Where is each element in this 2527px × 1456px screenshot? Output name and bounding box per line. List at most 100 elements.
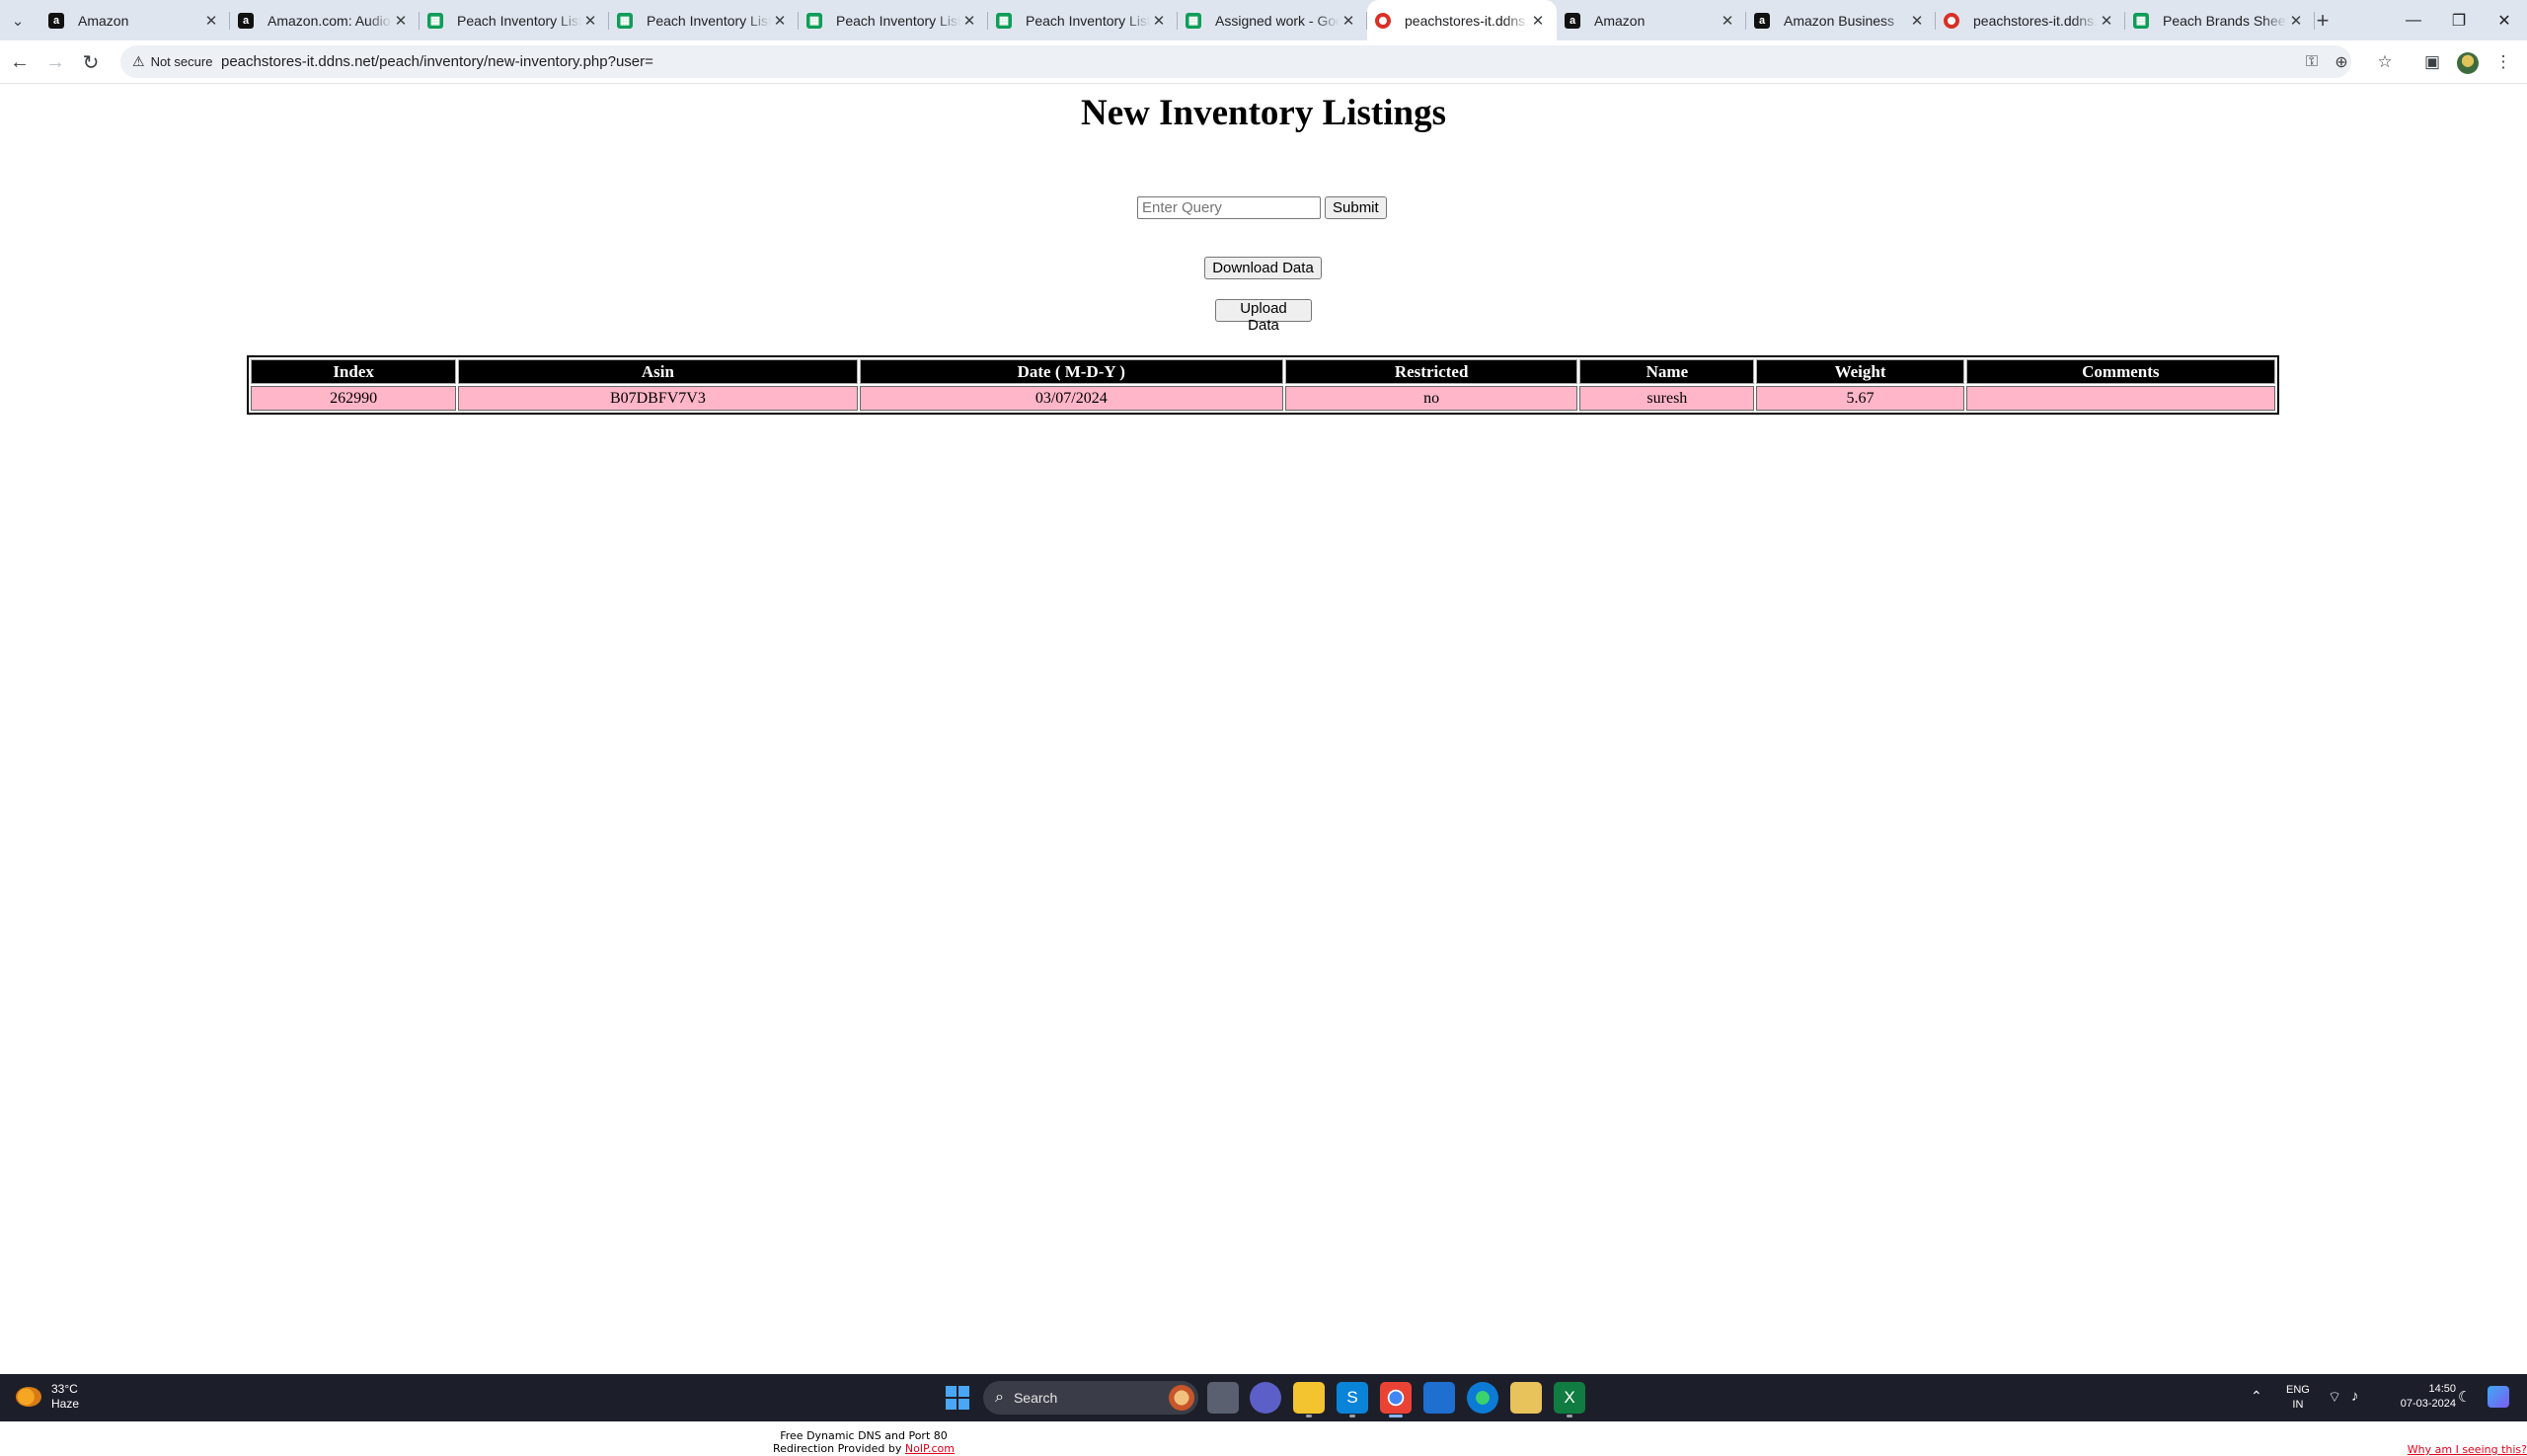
browser-tab[interactable]: a Amazon.com: Audio-Technica✕ [230,0,420,40]
browser-tab[interactable]: ▦ Peach Inventory Listings✕ [420,0,609,40]
url-text[interactable]: peachstores-it.ddns.net/peach/inventory/… [221,45,653,78]
taskbar-search-label: Search [1013,1390,1058,1406]
browser-tab[interactable]: a Amazon Business ✕ [1746,0,1936,40]
clock[interactable]: 14:50 07-03-2024 [2395,1382,2456,1412]
tab-close-icon[interactable]: ✕ [771,12,789,30]
column-header: Name [1579,359,1755,384]
amazon-icon: a [1565,12,1580,29]
column-header: Comments [1965,359,2275,384]
security-chip[interactable]: ⚠ Not secure [128,49,220,74]
tab-close-icon[interactable]: ✕ [1340,12,1357,30]
tab-title: Amazon [1594,12,1646,29]
forward-icon[interactable]: → [41,48,69,76]
reload-icon[interactable]: ↻ [77,48,105,76]
tab-close-icon[interactable]: ✕ [1529,12,1547,30]
restore-icon[interactable]: ❐ [2436,0,2482,40]
password-key-icon[interactable]: ⚿ [2299,49,2325,75]
mail-icon[interactable] [1423,1382,1455,1414]
table-cell: 262990 [251,386,457,411]
browser-tab[interactable]: peachstores-it.ddns.net✕ [1936,0,2125,40]
browser-tab[interactable]: peachstores-it.ddns.net✕ [1367,0,1557,40]
tab-title: Amazon Business [1784,12,1895,29]
clock-date: 07-03-2024 [2400,1398,2456,1410]
tab-close-icon[interactable]: ✕ [392,12,410,30]
task-view-icon[interactable] [1207,1382,1239,1414]
tab-close-icon[interactable]: ✕ [2098,12,2115,30]
footer-line1: Free Dynamic DNS and Port 80 [780,1429,948,1442]
file-explorer-icon[interactable] [1293,1382,1325,1418]
why-seeing-this-link[interactable]: Why am I seeing this? [2389,1443,2527,1456]
site-icon [1944,12,1959,29]
page-content: New Inventory Listings Submit Download D… [0,84,2527,1456]
store-icon[interactable] [1510,1382,1542,1414]
tab-close-icon[interactable]: ✕ [1150,12,1168,30]
clock-time: 14:50 [2428,1383,2456,1395]
minimize-icon[interactable]: — [2391,0,2436,40]
tab-title: Peach Brands Sheet - Google [2163,12,2287,29]
taskbar-search[interactable]: ⌕ Search [983,1381,1198,1415]
column-header: Index [251,359,457,384]
excel-icon[interactable]: X [1554,1382,1585,1418]
language-indicator[interactable]: ENG IN [2286,1383,2310,1413]
browser-tab[interactable]: ▦ Peach Inventory Listings✕ [799,0,988,40]
address-bar[interactable]: ⚠ Not secure peachstores-it.ddns.net/pea… [120,45,2351,78]
tab-title: peachstores-it.ddns.net [1973,12,2098,29]
browser-tab[interactable]: ▦ Peach Inventory Listings✕ [609,0,799,40]
chrome-icon[interactable] [1380,1382,1412,1418]
search-highlight-icon [1169,1385,1194,1411]
chat-icon[interactable] [1250,1382,1281,1414]
tray-chevron-icon[interactable]: ⌃ [2251,1388,2262,1405]
profile-avatar[interactable] [2457,52,2479,74]
windows-start-icon[interactable] [946,1386,969,1410]
tab-close-icon[interactable]: ✕ [1908,12,1926,30]
tab-close-icon[interactable]: ✕ [1719,12,1736,30]
tab-list: aAmazon✕aAmazon.com: Audio-Technica✕▦Pea… [40,0,2315,40]
menu-icon[interactable]: ⋮ [2489,48,2517,76]
edge-icon[interactable] [1467,1382,1498,1414]
tab-close-icon[interactable]: ✕ [960,12,978,30]
close-window-icon[interactable]: ✕ [2482,0,2527,40]
tab-strip: ⌄ aAmazon✕aAmazon.com: Audio-Technica✕▦P… [0,0,2527,40]
column-header: Weight [1756,359,1964,384]
tab-search-icon[interactable]: ⌄ [6,9,30,33]
tab-close-icon[interactable]: ✕ [581,12,599,30]
weather-desc: Haze [51,1397,80,1411]
browser-tab[interactable]: ▦ Peach Inventory Listings✕ [988,0,1178,40]
zoom-icon[interactable]: ⊕ [2329,49,2354,75]
query-form: Submit [1137,196,1387,219]
upload-data-button[interactable]: Upload Data [1215,299,1312,334]
weather-widget[interactable]: 33°C Haze [16,1382,79,1412]
page-title: New Inventory Listings [1080,93,1447,133]
volume-icon[interactable]: ♪ [2351,1388,2359,1405]
skype-icon[interactable]: S [1337,1382,1368,1418]
amazon-icon: a [238,12,254,29]
new-tab-icon[interactable]: + [2310,8,2336,34]
browser-tab[interactable]: a Amazon ✕ [1557,0,1746,40]
side-panel-icon[interactable]: ▣ [2418,48,2446,76]
tab-title: Peach Inventory Listings [647,12,771,29]
download-data-button[interactable]: Download Data [1204,257,1322,279]
browser-tab[interactable]: ▦ Assigned work - Google✕ [1178,0,1367,40]
do-not-disturb-icon[interactable]: ☾ [2458,1388,2471,1406]
browser-tab[interactable]: a Amazon ✕ [40,0,230,40]
amazon-icon: a [1754,12,1770,29]
column-header: Asin [458,359,858,384]
bookmark-star-icon[interactable]: ☆ [2371,48,2399,76]
security-label: Not secure [150,54,213,69]
lang-bottom: IN [2292,1399,2304,1411]
tab-close-icon[interactable]: ✕ [2287,12,2305,30]
noip-link[interactable]: NoIP.com [905,1442,955,1455]
table-cell: suresh [1579,386,1755,411]
noip-footer: Free Dynamic DNS and Port 80 Redirection… [730,1429,997,1455]
wifi-icon[interactable]: ⌔ [2328,1388,2341,1407]
notifications-icon[interactable] [2488,1386,2509,1408]
browser-tab[interactable]: ▦ Peach Brands Sheet - Google✕ [2125,0,2315,40]
submit-button[interactable]: Submit [1325,196,1387,219]
query-input[interactable] [1137,196,1321,219]
back-icon[interactable]: ← [6,48,34,76]
tab-title: Peach Inventory Listings [457,12,581,29]
taskbar: 33°C Haze ⌕ Search S X ⌃ ENG IN ⌔ ♪ 14:5… [0,1374,2527,1421]
sheets-icon: ▦ [996,12,1012,29]
warning-icon: ⚠ [132,53,145,69]
tab-close-icon[interactable]: ✕ [202,12,220,30]
